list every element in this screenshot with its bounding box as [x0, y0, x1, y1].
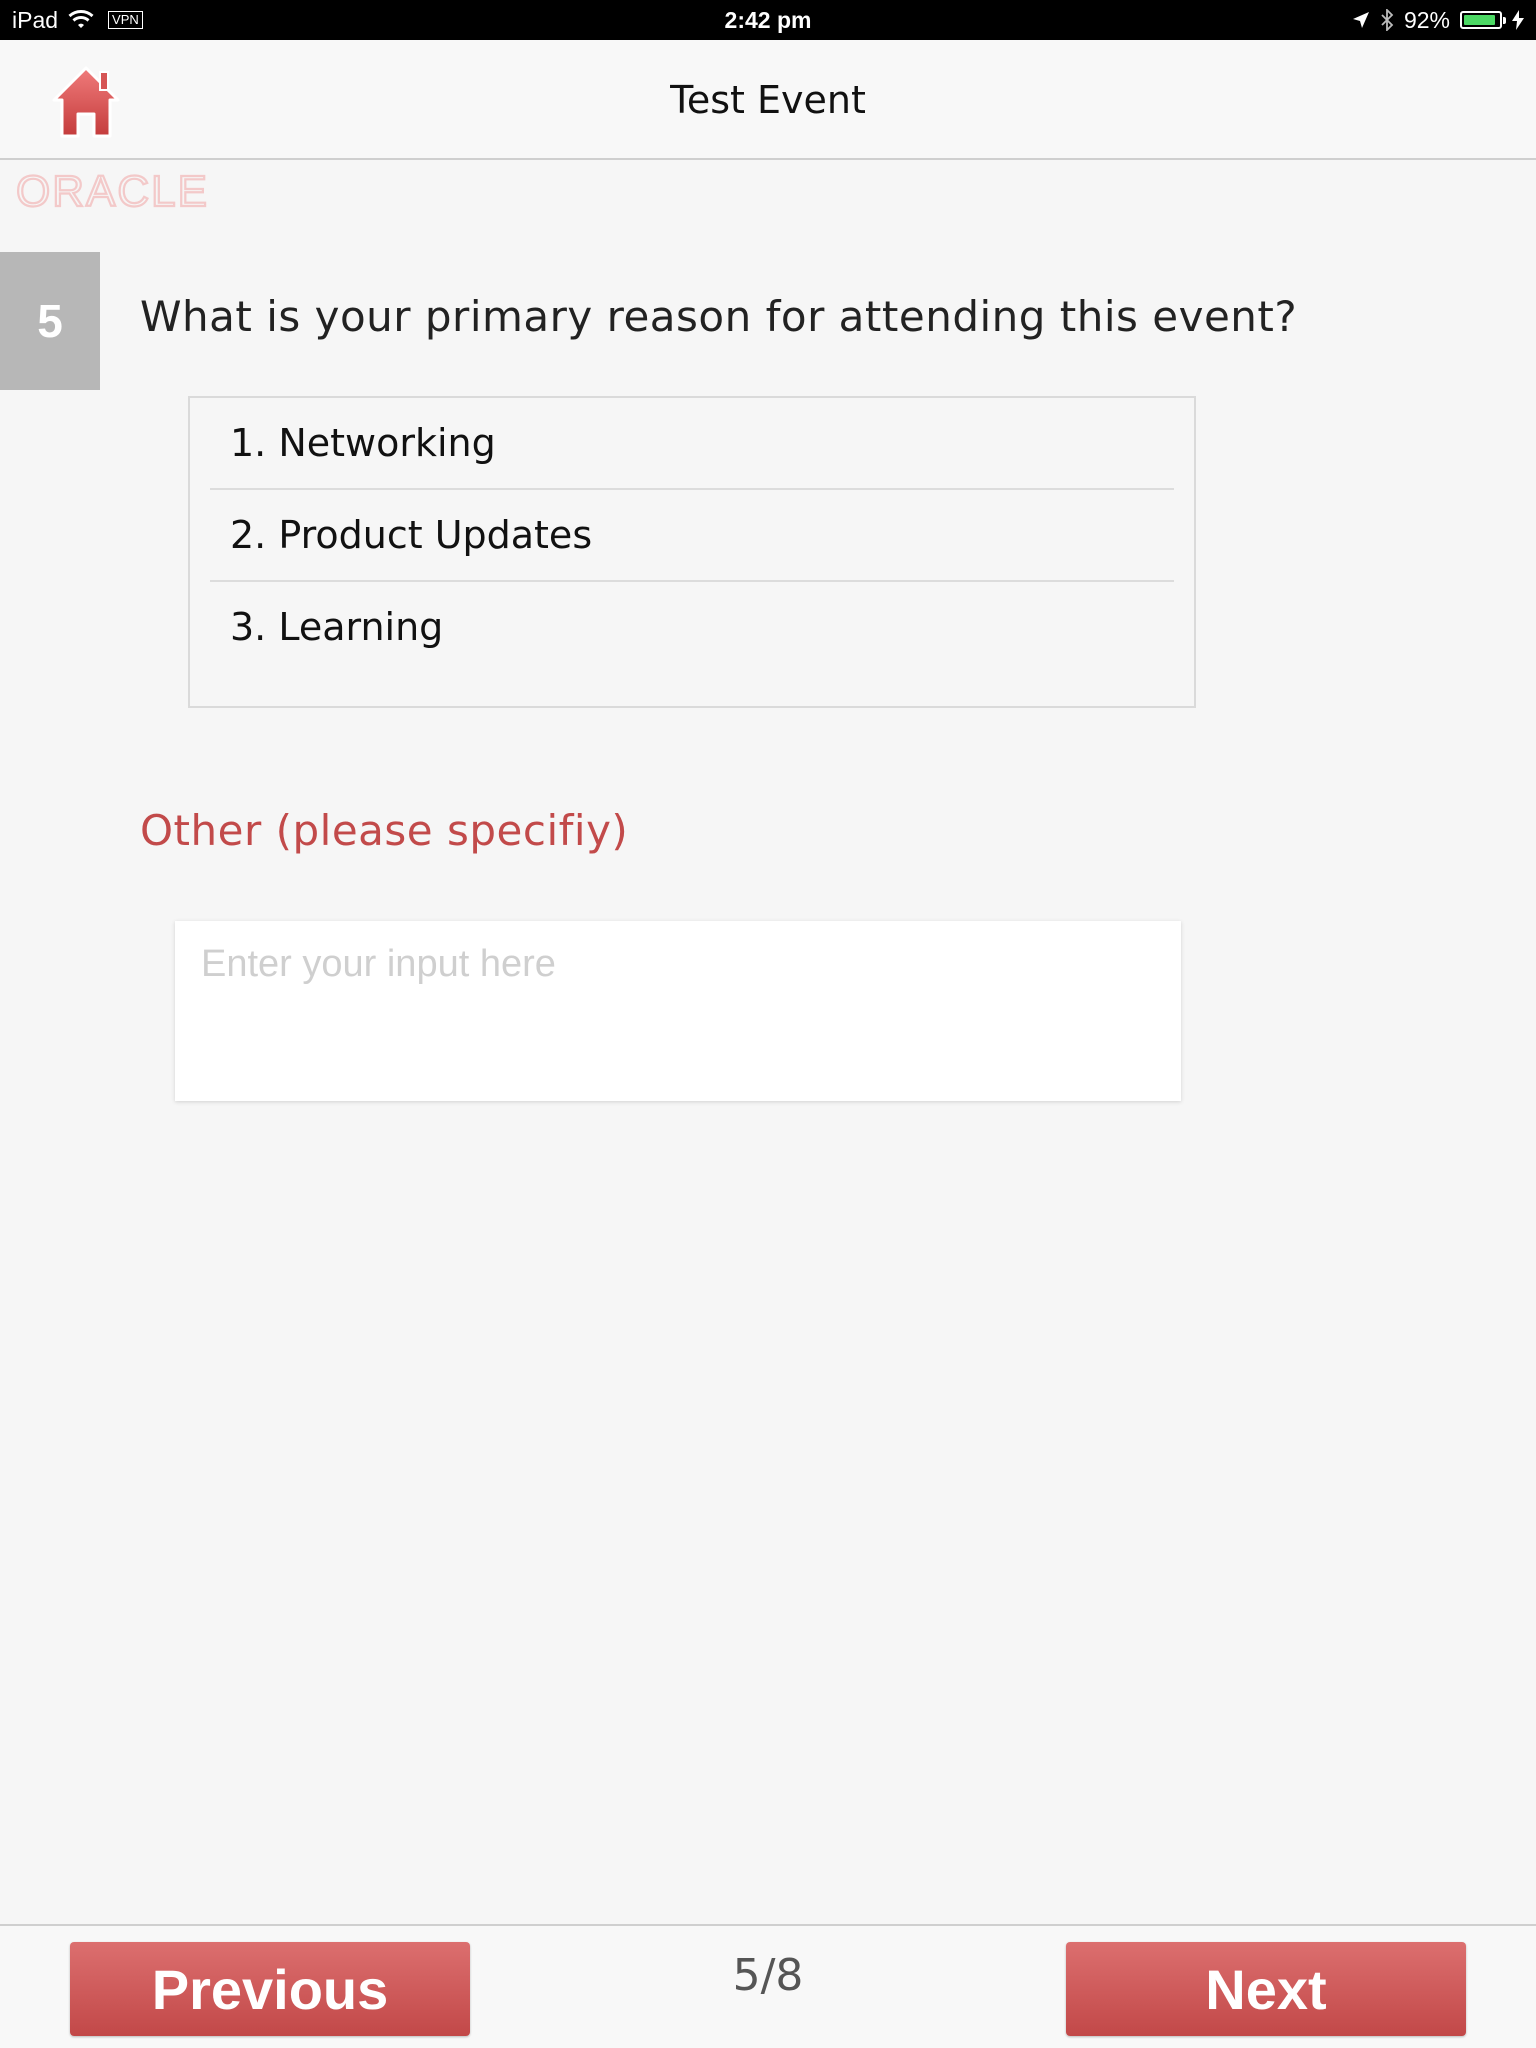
other-input-field[interactable] — [175, 921, 1181, 1101]
battery-icon — [1460, 11, 1506, 29]
status-time: 2:42 pm — [724, 7, 812, 33]
question-text: What is your primary reason for attendin… — [140, 292, 1298, 341]
battery-percentage: 92% — [1403, 6, 1450, 33]
option-item[interactable]: 1. Networking — [210, 398, 1174, 490]
status-bar: iPad VPN 2:42 pm 92% — [0, 0, 1536, 40]
location-arrow-icon — [1352, 12, 1369, 28]
option-item[interactable]: 2. Product Updates — [210, 490, 1174, 582]
status-right: 92% — [1352, 0, 1524, 40]
next-button[interactable]: Next — [1066, 1942, 1466, 2036]
options-list: 1. Networking 2. Product Updates 3. Lear… — [188, 396, 1196, 708]
svg-text:ORACLE: ORACLE — [16, 170, 209, 214]
page-title: Test Event — [670, 78, 866, 122]
other-label: Other (please specifiy) — [140, 806, 629, 855]
option-item[interactable]: 3. Learning — [210, 582, 1174, 672]
charging-bolt-icon — [1512, 10, 1524, 30]
oracle-logo: ORACLE — [16, 170, 209, 214]
bluetooth-icon — [1381, 9, 1394, 31]
navigation-bar: Test Event — [0, 40, 1536, 160]
bottom-bar: Previous 5/8 Next — [0, 1924, 1536, 2048]
question-number: 5 — [0, 252, 100, 390]
battery-fill — [1464, 15, 1496, 25]
